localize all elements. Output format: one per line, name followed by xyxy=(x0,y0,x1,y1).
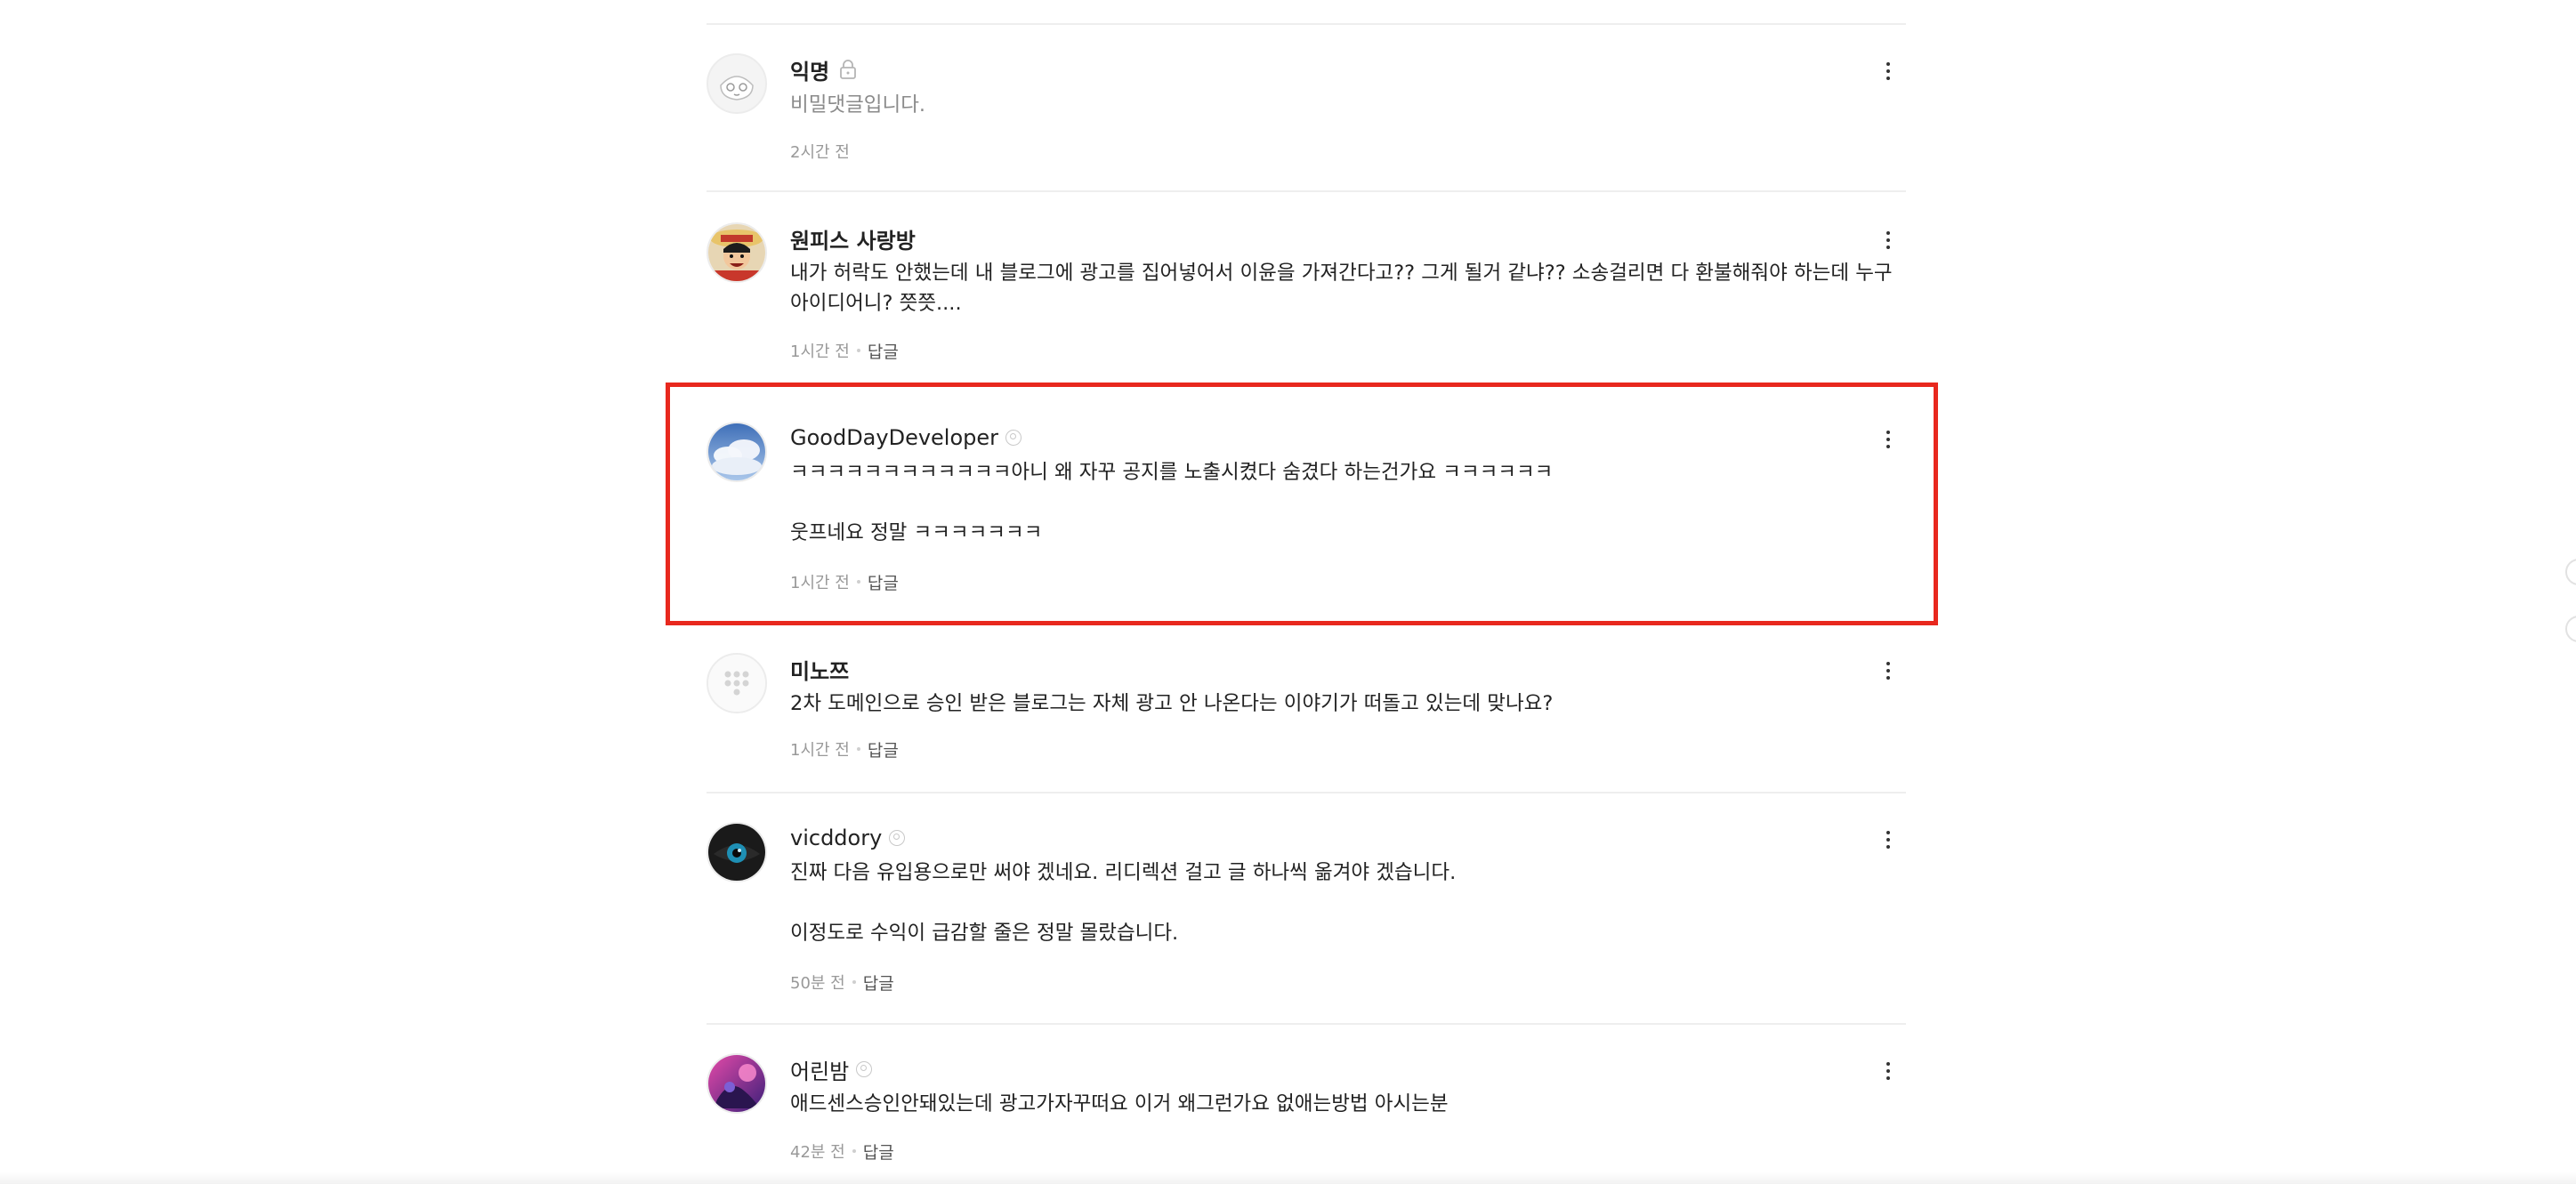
comment-text: ㅋㅋㅋㅋㅋㅋㅋㅋㅋㅋㅋㅋ아니 왜 자꾸 공지를 노출시켰다 숨겼다 하는건가요 … xyxy=(790,461,1554,544)
lock-icon xyxy=(838,59,858,80)
comment-time: 2시간 전 xyxy=(790,143,850,162)
straw-hat-character-icon xyxy=(708,224,765,281)
comment-item: 미노쯔 2차 도메인으로 승인 받은 블로그는 자체 광고 안 나온다는 이야기… xyxy=(707,626,1906,793)
more-options-icon[interactable] xyxy=(1877,425,1899,454)
author-name[interactable]: 미노쯔 xyxy=(790,654,849,685)
comment-item: 어린밤 애드센스승인안돼있는데 광고가자꾸떠요 이거 왜그런가요 없애는방법 아… xyxy=(707,1025,1906,1184)
profile-badge-icon xyxy=(1005,430,1022,446)
blue-eye-icon xyxy=(708,824,765,881)
avatar xyxy=(707,53,767,114)
reply-button[interactable]: 답글 xyxy=(868,737,899,761)
reply-button[interactable]: 답글 xyxy=(868,570,899,594)
anonymous-face-icon xyxy=(708,55,765,112)
separator-dot xyxy=(852,1149,856,1153)
comment-meta: 1시간 전 답글 xyxy=(790,569,899,594)
author-row: GoodDayDeveloper xyxy=(790,422,1022,454)
comment-meta: 2시간 전 xyxy=(790,139,850,164)
author-row: 어린밤 xyxy=(790,1053,873,1085)
separator-dot xyxy=(856,349,860,352)
reply-button[interactable]: 답글 xyxy=(863,1140,894,1164)
avatar xyxy=(707,422,767,482)
more-options-icon[interactable] xyxy=(1877,1057,1899,1085)
side-scroll-button[interactable] xyxy=(2565,616,2576,642)
comment-meta: 50분 전 답글 xyxy=(790,970,894,995)
comment-text: 진짜 다음 유입용으로만 써야 겠네요. 리디렉션 걸고 글 하나씩 옮겨야 겠… xyxy=(790,861,1457,945)
more-options-icon[interactable] xyxy=(1877,57,1899,85)
comment-time: 42분 전 xyxy=(790,1143,845,1162)
author-name[interactable]: 익명 xyxy=(790,54,829,85)
profile-badge-icon xyxy=(889,830,906,846)
comment-item: 원피스 사랑방 내가 허락도 안했는데 내 블로그에 광고를 집어넣어서 이윤을… xyxy=(707,192,1906,386)
bottom-shadow xyxy=(0,1172,2576,1184)
comment-time: 1시간 전 xyxy=(790,574,850,592)
side-scroll-button[interactable] xyxy=(2565,559,2576,585)
author-row: 원피스 사랑방 xyxy=(790,222,916,254)
author-name[interactable]: vicddory xyxy=(790,826,882,850)
avatar xyxy=(707,653,767,713)
reply-button[interactable]: 답글 xyxy=(868,339,899,363)
sky-clouds-icon xyxy=(708,423,765,480)
comment-time: 1시간 전 xyxy=(790,342,850,361)
comment-page: 익명 비밀댓글입니다. 2시간 전 원피스 사랑방 내가 허락도 안했는데 내 … xyxy=(0,0,2576,1184)
author-row: 미노쯔 xyxy=(790,653,849,685)
profile-badge-icon xyxy=(856,1061,873,1077)
default-avatar-icon xyxy=(708,655,765,712)
author-name[interactable]: 원피스 사랑방 xyxy=(790,223,916,254)
author-name[interactable]: GoodDayDeveloper xyxy=(790,425,998,450)
separator-dot xyxy=(856,747,860,751)
author-row: 익명 xyxy=(790,53,858,85)
more-options-icon[interactable] xyxy=(1877,226,1899,254)
comment-text: 애드센스승인안돼있는데 광고가자꾸떠요 이거 왜그런가요 없애는방법 아시는분 xyxy=(790,1092,1449,1116)
avatar xyxy=(707,822,767,882)
avatar xyxy=(707,1053,767,1114)
comment-time: 1시간 전 xyxy=(790,741,850,760)
comment-time: 50분 전 xyxy=(790,974,845,993)
comment-item-anonymous: 익명 비밀댓글입니다. 2시간 전 xyxy=(707,25,1906,192)
comment-meta: 1시간 전 답글 xyxy=(790,338,899,363)
purple-anime-icon xyxy=(708,1055,765,1112)
comment-item-highlighted: GoodDayDeveloper ㅋㅋㅋㅋㅋㅋㅋㅋㅋㅋㅋㅋ아니 왜 자꾸 공지를… xyxy=(707,386,1906,626)
comment-text: 2차 도메인으로 승인 받은 블로그는 자체 광고 안 나온다는 이야기가 떠돌… xyxy=(790,692,1554,715)
comment-item: vicddory 진짜 다음 유입용으로만 써야 겠네요. 리디렉션 걸고 글 … xyxy=(707,793,1906,1025)
comment-text: 내가 허락도 안했는데 내 블로그에 광고를 집어넣어서 이윤을 가져간다고??… xyxy=(790,262,1899,315)
separator-dot xyxy=(852,980,856,984)
comment-meta: 1시간 전 답글 xyxy=(790,737,899,761)
more-options-icon[interactable] xyxy=(1877,826,1899,854)
comment-text: 비밀댓글입니다. xyxy=(790,93,926,117)
author-name[interactable]: 어린밤 xyxy=(790,1054,849,1085)
avatar xyxy=(707,222,767,283)
separator-dot xyxy=(856,580,860,584)
author-row: vicddory xyxy=(790,822,906,854)
comment-meta: 42분 전 답글 xyxy=(790,1139,894,1164)
more-options-icon[interactable] xyxy=(1877,656,1899,685)
reply-button[interactable]: 답글 xyxy=(863,971,894,995)
